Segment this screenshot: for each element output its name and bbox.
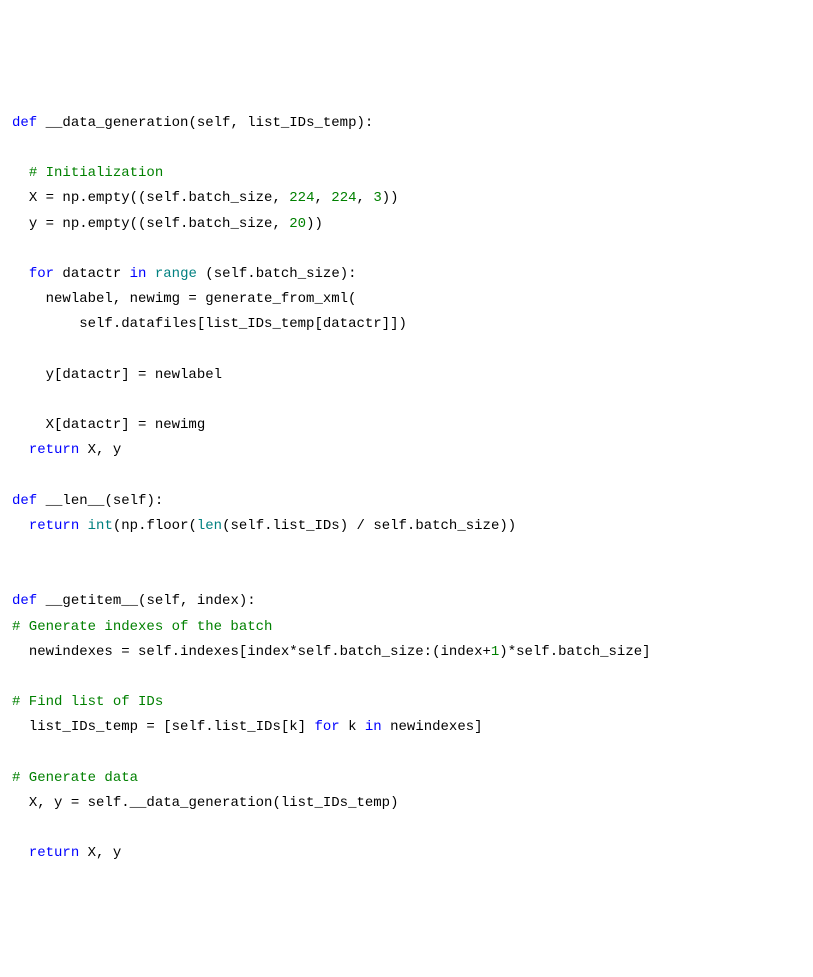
code-text: list_IDs_temp = [self.list_IDs[k] [29, 719, 315, 735]
builtin-int: int [88, 518, 113, 534]
code-text: datactr [54, 266, 130, 282]
comment: # Generate indexes of the batch [12, 619, 272, 635]
code-text: X, y [79, 442, 121, 458]
code-text: )) [382, 190, 399, 206]
func-name: __getitem__ [46, 593, 138, 609]
code-text: newlabel, newimg = generate_from_xml( [46, 291, 357, 307]
keyword-def: def [12, 593, 37, 609]
code-text: newindexes] [382, 719, 483, 735]
code-text: X, y [79, 845, 121, 861]
code-text: )*self.batch_size] [499, 644, 650, 660]
keyword-for: for [29, 266, 54, 282]
number: 20 [289, 216, 306, 232]
builtin-range: range [155, 266, 197, 282]
code-text: , [357, 190, 374, 206]
code-text: , [314, 190, 331, 206]
params: (self): [104, 493, 163, 509]
keyword-return: return [29, 845, 79, 861]
keyword-def: def [12, 115, 37, 131]
comment: # Initialization [29, 165, 163, 181]
keyword-return: return [29, 442, 79, 458]
keyword-return: return [29, 518, 79, 534]
keyword-in: in [130, 266, 147, 282]
params: (self, index): [138, 593, 256, 609]
params: (self, list_IDs_temp): [188, 115, 373, 131]
code-text: (self.list_IDs) / self.batch_size)) [222, 518, 516, 534]
code-text: X = np.empty((self.batch_size, [29, 190, 289, 206]
code-text: self.datafiles[list_IDs_temp[datactr]]) [79, 316, 407, 332]
code-text: k [340, 719, 365, 735]
number: 224 [289, 190, 314, 206]
func-name: __len__ [46, 493, 105, 509]
func-name: __data_generation [46, 115, 189, 131]
code-text [79, 518, 87, 534]
comment: # Find list of IDs [12, 694, 163, 710]
code-text: (self.batch_size): [197, 266, 357, 282]
code-text: y = np.empty((self.batch_size, [29, 216, 289, 232]
code-text: X[datactr] = newimg [46, 417, 206, 433]
code-text: (np.floor( [113, 518, 197, 534]
keyword-for: for [314, 719, 339, 735]
builtin-len: len [197, 518, 222, 534]
code-text [146, 266, 154, 282]
code-text: X, y = self.__data_generation(list_IDs_t… [29, 795, 399, 811]
code-text: newindexes = self.indexes[index*self.bat… [29, 644, 491, 660]
number: 3 [373, 190, 381, 206]
keyword-def: def [12, 493, 37, 509]
keyword-in: in [365, 719, 382, 735]
code-text: y[datactr] = newlabel [46, 367, 222, 383]
code-block: def __data_generation(self, list_IDs_tem… [12, 115, 651, 861]
comment: # Generate data [12, 770, 138, 786]
code-text: )) [306, 216, 323, 232]
number: 224 [331, 190, 356, 206]
